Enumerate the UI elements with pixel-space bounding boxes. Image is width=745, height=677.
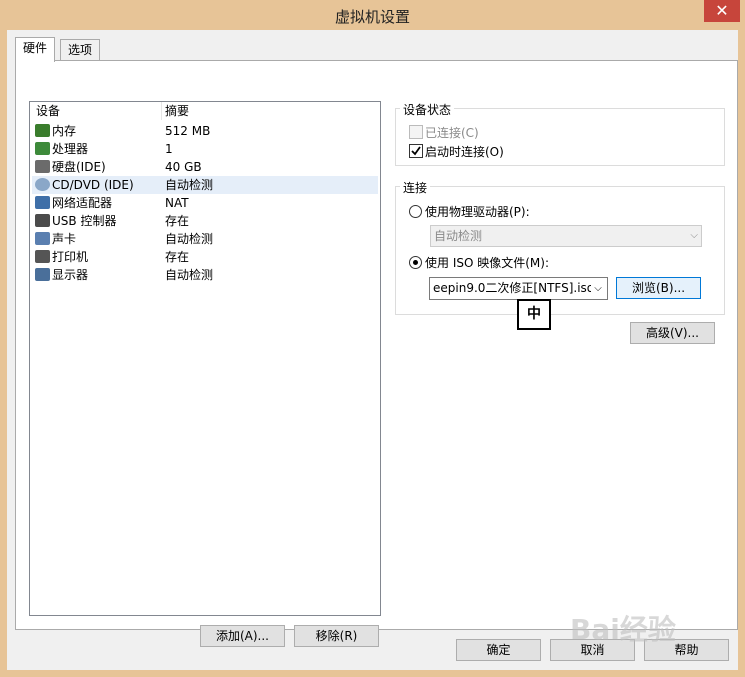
iso-path-combo[interactable]: eepin9.0二次修正[NTFS].iso ⌵ — [429, 277, 608, 300]
connected-checkbox[interactable] — [409, 125, 423, 139]
device-row[interactable]: CD/DVD (IDE) 自动检测 — [32, 176, 378, 194]
device-summary: 自动检测 — [165, 232, 214, 246]
usb-icon — [35, 214, 50, 227]
browse-button[interactable]: 浏览(B)... — [616, 277, 701, 299]
settings-window: 虚拟机设置 ✕ 硬件 选项 设备 摘要 内存 512 MB 处理器 1 硬盘(IDE) 4… — [0, 0, 745, 677]
device-row[interactable]: 打印机 存在 — [32, 248, 378, 266]
physical-drive-combo[interactable]: 自动检测 ⌵ — [430, 225, 702, 247]
memory-icon — [35, 124, 50, 137]
device-row[interactable]: USB 控制器 存在 — [32, 212, 378, 230]
column-header-device[interactable]: 设备 — [30, 102, 162, 120]
device-row[interactable]: 网络适配器 NAT — [32, 194, 378, 212]
device-name: USB 控制器 — [52, 214, 117, 228]
device-status-group: 设备状态 已连接(C) 启动时连接(O) — [395, 101, 725, 166]
device-status-title: 设备状态 — [400, 101, 455, 118]
device-name: 声卡 — [52, 232, 77, 246]
printer-icon — [35, 250, 50, 263]
device-summary: 512 MB — [165, 124, 211, 138]
chevron-down-icon: ⌵ — [690, 230, 698, 241]
device-row[interactable]: 内存 512 MB — [32, 122, 378, 140]
connection-title: 连接 — [400, 179, 431, 196]
device-row[interactable]: 硬盘(IDE) 40 GB — [32, 158, 378, 176]
tab-options[interactable]: 选项 — [60, 39, 101, 61]
physical-drive-label: 使用物理驱动器(P): — [425, 205, 530, 219]
tab-hardware[interactable]: 硬件 — [15, 37, 56, 62]
display-icon — [35, 268, 50, 281]
advanced-button[interactable]: 高级(V)... — [630, 322, 715, 344]
hardware-panel: 设备 摘要 内存 512 MB 处理器 1 硬盘(IDE) 40 GB CD/DVD (ID… — [15, 60, 738, 647]
iso-path-value: eepin9.0二次修正[NTFS].iso — [433, 281, 595, 295]
device-summary: 自动检测 — [165, 178, 214, 192]
device-name: 内存 — [52, 124, 77, 138]
processor-icon — [35, 142, 50, 155]
connected-label: 已连接(C) — [425, 126, 479, 140]
device-name: 处理器 — [52, 142, 89, 156]
cd-dvd-icon — [35, 178, 50, 191]
device-name: 硬盘(IDE) — [52, 160, 106, 174]
connect-at-power-on-label: 启动时连接(O) — [425, 145, 504, 159]
device-list[interactable]: 设备 摘要 内存 512 MB 处理器 1 硬盘(IDE) 40 GB CD/DVD (ID… — [29, 101, 381, 616]
close-button[interactable]: ✕ — [704, 0, 740, 22]
iso-image-label: 使用 ISO 映像文件(M): — [425, 256, 549, 270]
remove-button[interactable]: 移除(R) — [294, 625, 379, 647]
ok-button[interactable]: 确定 — [456, 639, 541, 661]
device-summary: 存在 — [165, 214, 190, 228]
device-summary: 存在 — [165, 250, 190, 264]
device-name: 显示器 — [52, 268, 89, 282]
ime-indicator: 中 — [517, 299, 551, 330]
device-row[interactable]: 声卡 自动检测 — [32, 230, 378, 248]
device-row[interactable]: 处理器 1 — [32, 140, 378, 158]
watermark-logo: Bai经验 — [570, 613, 676, 646]
network-icon — [35, 196, 50, 209]
device-row[interactable]: 显示器 自动检测 — [32, 266, 378, 284]
chevron-down-icon[interactable]: ⌵ — [591, 278, 605, 299]
device-name: 打印机 — [52, 250, 89, 264]
connection-group: 连接 使用物理驱动器(P): 自动检测 ⌵ 使用 ISO 映像文件(M): ee… — [395, 179, 725, 315]
dialog-client: 硬件 选项 设备 摘要 内存 512 MB 处理器 1 硬盘(IDE) 40 GB CD/D… — [7, 30, 738, 670]
device-summary: 自动检测 — [165, 268, 214, 282]
device-summary: 1 — [165, 142, 173, 156]
connect-at-power-on-checkbox[interactable] — [409, 144, 423, 158]
column-header-summary[interactable]: 摘要 — [162, 102, 365, 120]
harddisk-icon — [35, 160, 50, 173]
title-bar[interactable]: 虚拟机设置 ✕ — [0, 0, 745, 30]
device-summary: 40 GB — [165, 160, 202, 174]
checkmark-icon — [411, 146, 421, 156]
physical-drive-value: 自动检测 — [434, 229, 483, 243]
device-name: CD/DVD (IDE) — [52, 178, 134, 192]
physical-drive-radio[interactable] — [409, 205, 422, 218]
add-button[interactable]: 添加(A)... — [200, 625, 285, 647]
iso-image-radio[interactable] — [409, 256, 422, 269]
device-summary: NAT — [165, 196, 189, 210]
sound-icon — [35, 232, 50, 245]
window-title: 虚拟机设置 — [334, 8, 410, 26]
device-name: 网络适配器 — [52, 196, 113, 210]
